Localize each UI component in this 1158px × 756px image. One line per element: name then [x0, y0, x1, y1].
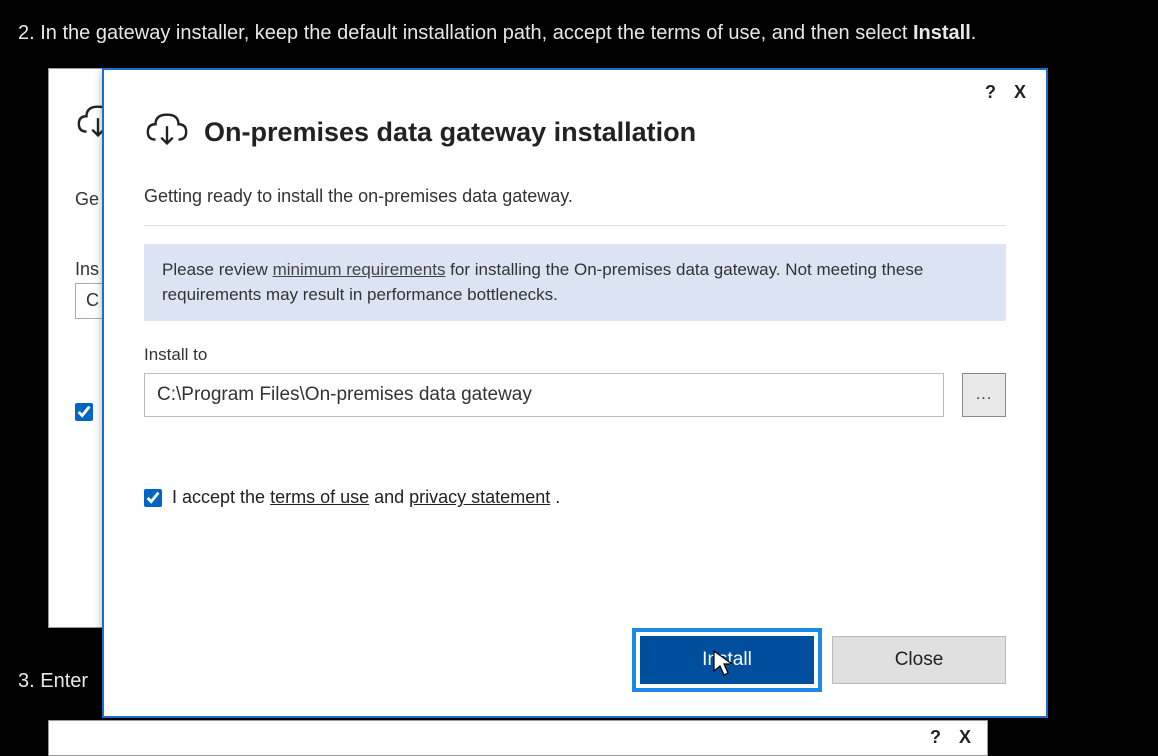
install-highlight-box: Install: [632, 628, 822, 692]
close-button[interactable]: Close: [832, 636, 1006, 684]
step-2-suffix: .: [971, 22, 977, 44]
installer-dialog: ? X On-premises data gateway installatio…: [102, 68, 1048, 718]
bg-accept-checkbox: [75, 403, 93, 421]
terms-of-use-link[interactable]: terms of use: [270, 487, 369, 507]
dialog-subtitle: Getting ready to install the on-premises…: [144, 186, 1006, 226]
close-icon[interactable]: X: [959, 727, 971, 748]
accept-prefix: I accept the: [172, 487, 270, 507]
step-2-instruction: 2. In the gateway installer, keep the de…: [0, 0, 1158, 59]
info-box: Please review minimum requirements for i…: [144, 244, 1006, 321]
close-window-button[interactable]: X: [1014, 82, 1026, 103]
accept-and: and: [369, 487, 409, 507]
help-icon[interactable]: ?: [930, 727, 941, 748]
step-2-bold: Install: [913, 22, 971, 44]
dialog-body: On-premises data gateway installation Ge…: [104, 107, 1046, 528]
step-3-instruction: 3. Enter: [18, 670, 88, 693]
privacy-statement-link[interactable]: privacy statement: [409, 487, 550, 507]
dialog-header: On-premises data gateway installation: [144, 107, 1006, 158]
dialog-title: On-premises data gateway installation: [204, 117, 696, 148]
accept-terms-row: I accept the terms of use and privacy st…: [144, 487, 1006, 508]
install-path-input[interactable]: [144, 373, 944, 417]
dialog-titlebar: ? X: [104, 70, 1046, 107]
cloud-download-icon: [144, 107, 190, 158]
accept-terms-checkbox[interactable]: [144, 489, 162, 507]
info-prefix: Please review: [162, 260, 273, 279]
bg-install-label: Ins: [75, 259, 99, 280]
min-requirements-link[interactable]: minimum requirements: [273, 260, 446, 279]
dialog-button-row: Install Close: [632, 628, 1006, 692]
browse-button[interactable]: ...: [962, 373, 1006, 417]
install-button[interactable]: Install: [640, 636, 814, 684]
background-window-2: ? X: [48, 720, 988, 756]
install-path-row: ...: [144, 373, 1006, 417]
help-button[interactable]: ?: [985, 82, 996, 103]
bg-titlebar-2: ? X: [49, 721, 987, 754]
accept-text: I accept the terms of use and privacy st…: [172, 487, 560, 508]
accept-suffix: .: [550, 487, 560, 507]
step-2-text: 2. In the gateway installer, keep the de…: [18, 22, 913, 44]
install-to-label: Install to: [144, 345, 1006, 365]
bg-ready-text: Ge: [75, 189, 99, 210]
